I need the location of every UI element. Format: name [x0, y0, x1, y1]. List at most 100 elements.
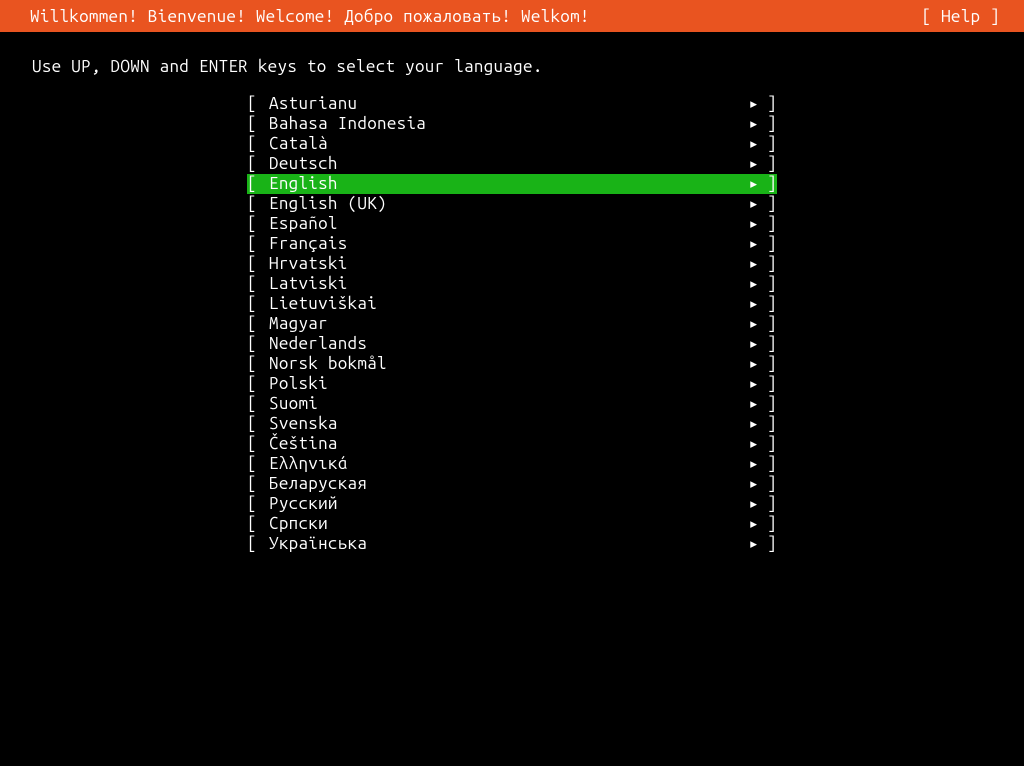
- language-label: Español: [269, 214, 739, 234]
- language-item[interactable]: [ Lietuviškai▸ ]: [247, 294, 777, 314]
- help-button[interactable]: [ Help ]: [921, 7, 1004, 26]
- language-label: Українська: [269, 534, 739, 554]
- language-item[interactable]: [ Latviski▸ ]: [247, 274, 777, 294]
- bracket-close: ]: [759, 254, 777, 274]
- chevron-right-icon: ▸: [739, 294, 759, 314]
- bracket-open: [: [247, 254, 269, 274]
- bracket-open: [: [247, 434, 269, 454]
- language-item[interactable]: [ Français▸ ]: [247, 234, 777, 254]
- bracket-open: [: [247, 354, 269, 374]
- bracket-close: ]: [759, 514, 777, 534]
- language-item[interactable]: [ Nederlands▸ ]: [247, 334, 777, 354]
- chevron-right-icon: ▸: [739, 474, 759, 494]
- chevron-right-icon: ▸: [739, 234, 759, 254]
- chevron-right-icon: ▸: [739, 334, 759, 354]
- bracket-open: [: [247, 454, 269, 474]
- chevron-right-icon: ▸: [739, 394, 759, 414]
- chevron-right-icon: ▸: [739, 354, 759, 374]
- language-item[interactable]: [ English▸ ]: [247, 174, 777, 194]
- bracket-close: ]: [759, 234, 777, 254]
- language-item[interactable]: [ Українська▸ ]: [247, 534, 777, 554]
- chevron-right-icon: ▸: [739, 494, 759, 514]
- chevron-right-icon: ▸: [739, 214, 759, 234]
- language-item[interactable]: [ English (UK)▸ ]: [247, 194, 777, 214]
- bracket-close: ]: [759, 474, 777, 494]
- bracket-close: ]: [759, 374, 777, 394]
- language-item[interactable]: [ Norsk bokmål▸ ]: [247, 354, 777, 374]
- bracket-close: ]: [759, 134, 777, 154]
- language-label: Ελληνικά: [269, 454, 739, 474]
- language-item[interactable]: [ Asturianu▸ ]: [247, 94, 777, 114]
- bracket-open: [: [247, 134, 269, 154]
- language-item[interactable]: [ Čeština▸ ]: [247, 434, 777, 454]
- bracket-open: [: [247, 94, 269, 114]
- bracket-close: ]: [759, 114, 777, 134]
- bracket-open: [: [247, 494, 269, 514]
- language-label: English: [269, 174, 739, 194]
- chevron-right-icon: ▸: [739, 134, 759, 154]
- header-bar: Willkommen! Bienvenue! Welcome! Добро по…: [0, 0, 1024, 32]
- language-item[interactable]: [ Español▸ ]: [247, 214, 777, 234]
- language-label: Suomi: [269, 394, 739, 414]
- bracket-close: ]: [759, 494, 777, 514]
- chevron-right-icon: ▸: [739, 94, 759, 114]
- bracket-open: [: [247, 474, 269, 494]
- language-item[interactable]: [ Magyar▸ ]: [247, 314, 777, 334]
- chevron-right-icon: ▸: [739, 514, 759, 534]
- language-item[interactable]: [ Ελληνικά▸ ]: [247, 454, 777, 474]
- chevron-right-icon: ▸: [739, 534, 759, 554]
- bracket-open: [: [247, 394, 269, 414]
- chevron-right-icon: ▸: [739, 314, 759, 334]
- bracket-open: [: [247, 414, 269, 434]
- language-label: Asturianu: [269, 94, 739, 114]
- bracket-close: ]: [759, 434, 777, 454]
- bracket-open: [: [247, 314, 269, 334]
- language-label: Русский: [269, 494, 739, 514]
- bracket-close: ]: [759, 94, 777, 114]
- bracket-open: [: [247, 214, 269, 234]
- language-item[interactable]: [ Hrvatski▸ ]: [247, 254, 777, 274]
- bracket-open: [: [247, 294, 269, 314]
- chevron-right-icon: ▸: [739, 434, 759, 454]
- chevron-right-icon: ▸: [739, 374, 759, 394]
- language-label: Bahasa Indonesia: [269, 114, 739, 134]
- language-label: Lietuviškai: [269, 294, 739, 314]
- bracket-close: ]: [759, 354, 777, 374]
- language-label: Svenska: [269, 414, 739, 434]
- language-label: Беларуская: [269, 474, 739, 494]
- language-item[interactable]: [ Deutsch▸ ]: [247, 154, 777, 174]
- bracket-close: ]: [759, 274, 777, 294]
- language-item[interactable]: [ Беларуская▸ ]: [247, 474, 777, 494]
- bracket-open: [: [247, 174, 269, 194]
- bracket-open: [: [247, 374, 269, 394]
- language-label: Српски: [269, 514, 739, 534]
- language-item[interactable]: [ Српски▸ ]: [247, 514, 777, 534]
- bracket-close: ]: [759, 314, 777, 334]
- bracket-close: ]: [759, 334, 777, 354]
- bracket-close: ]: [759, 414, 777, 434]
- bracket-open: [: [247, 234, 269, 254]
- language-list: [ Asturianu▸ ][ Bahasa Indonesia▸ ][ Cat…: [0, 94, 1024, 554]
- language-label: Norsk bokmål: [269, 354, 739, 374]
- language-label: Magyar: [269, 314, 739, 334]
- language-item[interactable]: [ Català▸ ]: [247, 134, 777, 154]
- chevron-right-icon: ▸: [739, 194, 759, 214]
- language-item[interactable]: [ Suomi▸ ]: [247, 394, 777, 414]
- bracket-open: [: [247, 514, 269, 534]
- language-item[interactable]: [ Polski▸ ]: [247, 374, 777, 394]
- bracket-open: [: [247, 534, 269, 554]
- bracket-open: [: [247, 194, 269, 214]
- chevron-right-icon: ▸: [739, 414, 759, 434]
- language-label: Latviski: [269, 274, 739, 294]
- language-item[interactable]: [ Русский▸ ]: [247, 494, 777, 514]
- bracket-close: ]: [759, 294, 777, 314]
- bracket-open: [: [247, 114, 269, 134]
- instruction-text: Use UP, DOWN and ENTER keys to select yo…: [0, 32, 1024, 94]
- language-label: Nederlands: [269, 334, 739, 354]
- language-label: Čeština: [269, 434, 739, 454]
- bracket-open: [: [247, 274, 269, 294]
- language-label: Hrvatski: [269, 254, 739, 274]
- language-item[interactable]: [ Bahasa Indonesia▸ ]: [247, 114, 777, 134]
- language-item[interactable]: [ Svenska▸ ]: [247, 414, 777, 434]
- bracket-open: [: [247, 334, 269, 354]
